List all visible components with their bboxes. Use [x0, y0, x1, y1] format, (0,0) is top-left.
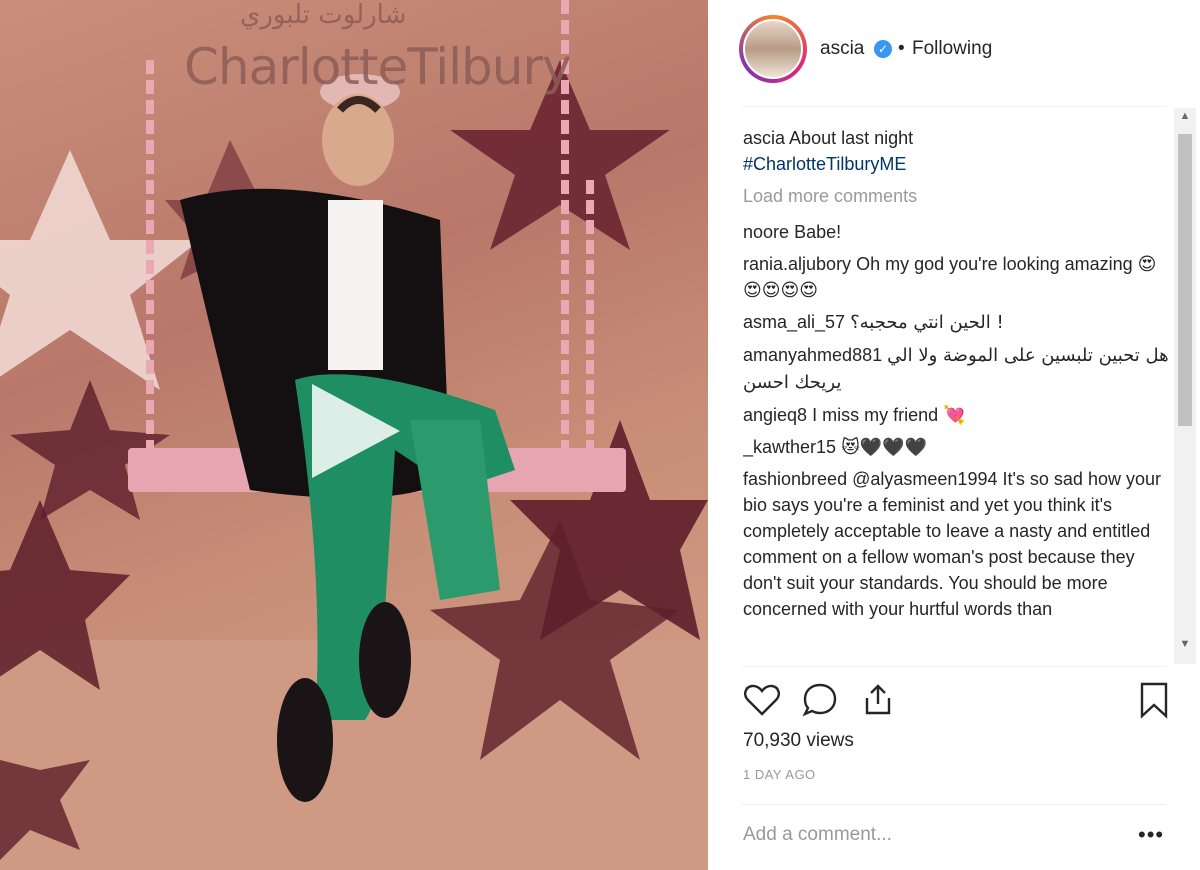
scroll-up-arrow-icon[interactable]: ▲	[1174, 110, 1196, 130]
comment-item: amanyahmed881 هل تحبين تلبسين على الموضة…	[743, 342, 1173, 396]
post-actions	[742, 678, 1172, 722]
brand-arabic-text: شارلوت تلبوري	[240, 0, 407, 30]
comment-username[interactable]: _kawther15	[743, 437, 836, 457]
comment-text: Babe!	[794, 222, 842, 242]
view-count[interactable]: 70,930 views	[743, 730, 854, 752]
post-header: ascia ✓ • Following	[708, 0, 1200, 106]
comment-username[interactable]: asma_ali_57	[743, 312, 845, 332]
comment-item: angieq8 I miss my friend 💘	[743, 402, 1173, 428]
comment-username[interactable]: angieq8	[743, 405, 807, 425]
scroll-down-arrow-icon[interactable]: ▼	[1174, 638, 1196, 658]
comment-username[interactable]: amanyahmed881	[743, 345, 882, 365]
footer-divider	[742, 804, 1166, 805]
header-separator: •	[898, 38, 905, 59]
avatar[interactable]	[743, 19, 803, 79]
brand-logo-text: CharlotteTilbury	[184, 38, 572, 96]
share-icon[interactable]	[858, 680, 898, 720]
post-video[interactable]: شارلوت تلبوري CharlotteTilbury	[0, 0, 708, 870]
comment-username[interactable]: noore	[743, 222, 789, 242]
comment-username[interactable]: rania.aljubory	[743, 254, 851, 274]
add-comment-input[interactable]: Add a comment...	[743, 824, 892, 846]
comments-list: ascia About last night #CharlotteTilbury…	[743, 125, 1173, 665]
comment-item: rania.aljubory Oh my god you're looking …	[743, 251, 1173, 303]
verified-badge-icon: ✓	[874, 40, 892, 58]
header-divider	[742, 106, 1166, 107]
comments-scrollbar[interactable]: ▲ ▼	[1174, 108, 1196, 664]
play-icon[interactable]	[312, 384, 400, 478]
comment-username[interactable]: fashionbreed	[743, 469, 847, 489]
comment-item: fashionbreed @alyasmeen1994 It's so sad …	[743, 466, 1173, 622]
comment-text: I miss my friend 💘	[812, 405, 966, 425]
comment-item: _kawther15 😻🖤🖤🖤	[743, 434, 1173, 460]
like-heart-icon[interactable]	[742, 680, 782, 720]
following-button[interactable]: Following	[912, 38, 992, 60]
save-bookmark-icon[interactable]	[1134, 680, 1174, 720]
post-caption: ascia About last night #CharlotteTilbury…	[743, 125, 1173, 177]
post-timestamp[interactable]: 1 DAY AGO	[743, 767, 816, 782]
caption-username[interactable]: ascia	[743, 128, 785, 148]
more-options-icon[interactable]: •••	[1138, 822, 1164, 848]
comment-text: @alyasmeen1994 It's so sad how your bio …	[743, 469, 1161, 619]
comment-text: الحين انتي محجبه؟ !	[850, 312, 1004, 333]
post-detail-panel: ascia ✓ • Following ascia About last nig…	[708, 0, 1200, 870]
comment-item: noore Babe!	[743, 219, 1173, 245]
comment-text: 😻🖤🖤🖤	[841, 437, 928, 457]
author-username[interactable]: ascia	[820, 38, 864, 60]
comment-bubble-icon[interactable]	[800, 680, 840, 720]
caption-text: About last night	[789, 128, 914, 148]
scrollbar-thumb[interactable]	[1178, 134, 1192, 426]
caption-hashtag[interactable]: #CharlotteTilburyME	[743, 154, 906, 174]
comment-item: asma_ali_57 الحين انتي محجبه؟ !	[743, 309, 1173, 336]
avatar-story-ring[interactable]	[739, 15, 807, 83]
comments-divider	[742, 666, 1166, 667]
load-more-comments-button[interactable]: Load more comments	[743, 183, 1173, 209]
